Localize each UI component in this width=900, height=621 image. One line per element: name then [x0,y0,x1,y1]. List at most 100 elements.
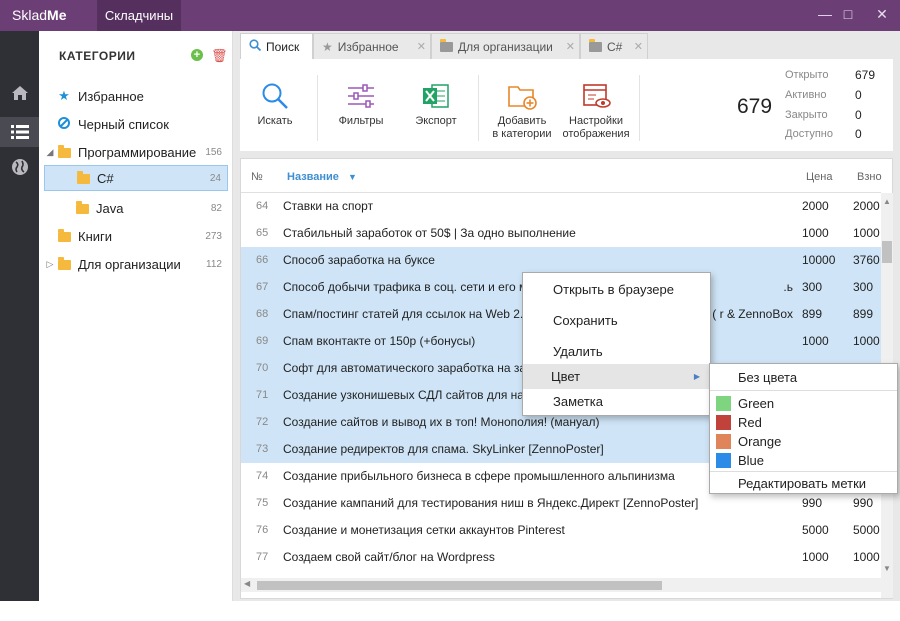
menu-save[interactable]: Сохранить [523,308,710,333]
folder-icon [75,170,91,186]
filters-label: Фильтры [338,115,384,127]
delete-category-icon[interactable]: 🗑 [211,48,228,64]
category-java[interactable]: Java 82 [44,195,228,221]
column-number[interactable]: № [251,171,263,183]
stat-available-label: Доступно [785,128,834,140]
row-name: Ставки на спорт [283,199,374,213]
orange-swatch [716,434,731,449]
tab-favorites[interactable]: ★ Избранное ✕ [313,33,431,59]
row-price: 899 [802,307,823,321]
filters-button[interactable]: Фильтры [327,77,395,128]
row-price: 1000 [802,334,829,348]
collapsed-arrow-icon[interactable]: ▷ [44,259,56,270]
row-price: 990 [802,496,823,510]
table-row[interactable]: 65 Стабильный заработок от 50$ | За одно … [241,220,881,247]
stat-available-value: 0 [855,127,862,141]
table-row[interactable]: 64 Ставки на спорт 2000 2000 [241,193,881,220]
globe-icon[interactable] [0,152,39,182]
row-contribution: 5000 [853,523,880,537]
folder-icon [589,38,602,54]
app-tab-skladchiny[interactable]: Складчины [97,0,181,31]
category-count: 24 [209,172,221,184]
category-csharp[interactable]: C# 24 [44,165,228,191]
add-to-category-button[interactable]: Добавить в категории [488,77,556,141]
row-name: Создаем свой сайт/блог на Wordpress [283,550,495,564]
horizontal-scroll-thumb[interactable] [257,581,662,590]
close-button[interactable]: ✕ [872,6,892,23]
horizontal-scrollbar[interactable]: ◀ [241,578,881,592]
minimize-button[interactable]: — [815,6,835,22]
close-tab-icon[interactable]: ✕ [634,40,643,53]
category-books[interactable]: Книги 273 [44,223,228,249]
category-favorites[interactable]: ★ Избранное [44,83,228,109]
row-number: 67 [256,281,269,293]
row-contribution: 1000 [853,334,880,348]
tab-search[interactable]: Поиск [240,33,313,59]
category-organization[interactable]: ▷ Для организации 112 [44,251,228,277]
stat-closed-value: 0 [855,108,862,122]
color-red[interactable]: Red [710,413,897,432]
row-number: 77 [256,551,269,563]
color-green[interactable]: Green [710,394,897,413]
search-icon [249,39,262,54]
edit-labels[interactable]: Редактировать метки [710,474,897,493]
color-orange[interactable]: Orange [710,432,897,451]
category-label: Для организации [78,256,181,272]
column-price[interactable]: Цена [806,171,832,183]
category-label: Черный список [78,116,169,132]
table-row[interactable]: 66 Способ заработка на буксе 10000 3760 [241,247,881,274]
scroll-left-icon[interactable]: ◀ [244,579,250,588]
categories-title: КАТЕГОРИИ [59,49,136,63]
menu-open-in-browser[interactable]: Открыть в браузере [523,277,710,302]
tab-label: Избранное [337,39,399,54]
row-price: 300 [802,280,823,294]
row-price: 1000 [802,550,829,564]
app-logo: SkladMe [12,7,67,23]
search-button[interactable]: Искать [241,77,309,128]
color-none[interactable]: Без цвета [710,368,897,387]
blue-swatch [716,453,731,468]
scroll-down-icon[interactable]: ▼ [883,564,891,573]
category-programming[interactable]: ◢ Программирование 156 [44,139,228,165]
tab-label: Для организации [458,39,553,54]
column-contribution[interactable]: Взно [857,171,882,183]
tab-organization[interactable]: Для организации ✕ [431,33,580,59]
row-number: 69 [256,335,269,347]
close-tab-icon[interactable]: ✕ [566,40,575,53]
scroll-up-icon[interactable]: ▲ [883,197,891,206]
stat-open-label: Открыто [785,69,829,81]
close-tab-icon[interactable]: ✕ [417,40,426,53]
row-name-tail: ь. [783,280,793,294]
row-name: Создание кампаний для тестирования ниш в… [283,496,699,510]
export-button[interactable]: Экспорт [402,77,470,128]
column-name[interactable]: Название ▼ [287,171,357,183]
category-blacklist[interactable]: Черный список [44,111,228,137]
menu-delete[interactable]: Удалить [523,339,710,364]
row-number: 64 [256,200,269,212]
row-price: 10000 [802,253,836,267]
add-category-icon[interactable]: + [191,49,203,61]
color-blue[interactable]: Blue [710,451,897,470]
row-number: 76 [256,524,269,536]
menu-note[interactable]: Заметка [523,389,710,414]
table-row[interactable]: 75 Создание кампаний для тестирования ниш… [241,490,881,517]
color-submenu: Без цвета Green Red Orange Blue Редактир… [709,363,898,494]
category-label: Избранное [78,88,144,104]
row-contribution: 2000 [853,199,880,213]
tab-csharp[interactable]: C# ✕ [580,33,648,59]
maximize-button[interactable]: □ [838,6,858,22]
row-contribution: 1000 [853,550,880,564]
total-count: 679 [737,95,773,118]
list-icon[interactable] [0,117,39,147]
display-settings-button[interactable]: Настройки отображения [562,77,630,141]
stat-open-value: 679 [855,68,876,82]
table-row[interactable]: 76 Создание и монетизация сетки аккаунтов… [241,517,881,544]
expanded-arrow-icon[interactable]: ◢ [44,147,56,158]
menu-color[interactable]: Цвет ▶ [523,364,710,389]
table-row[interactable]: 77 Создаем свой сайт/блог на Wordpress 100… [241,544,881,571]
home-icon[interactable] [0,78,39,108]
row-name: Создание и монетизация сетки аккаунтов P… [283,523,565,537]
color-label: Red [738,415,762,430]
vertical-scroll-thumb[interactable] [882,241,892,263]
row-price: 2000 [802,199,829,213]
